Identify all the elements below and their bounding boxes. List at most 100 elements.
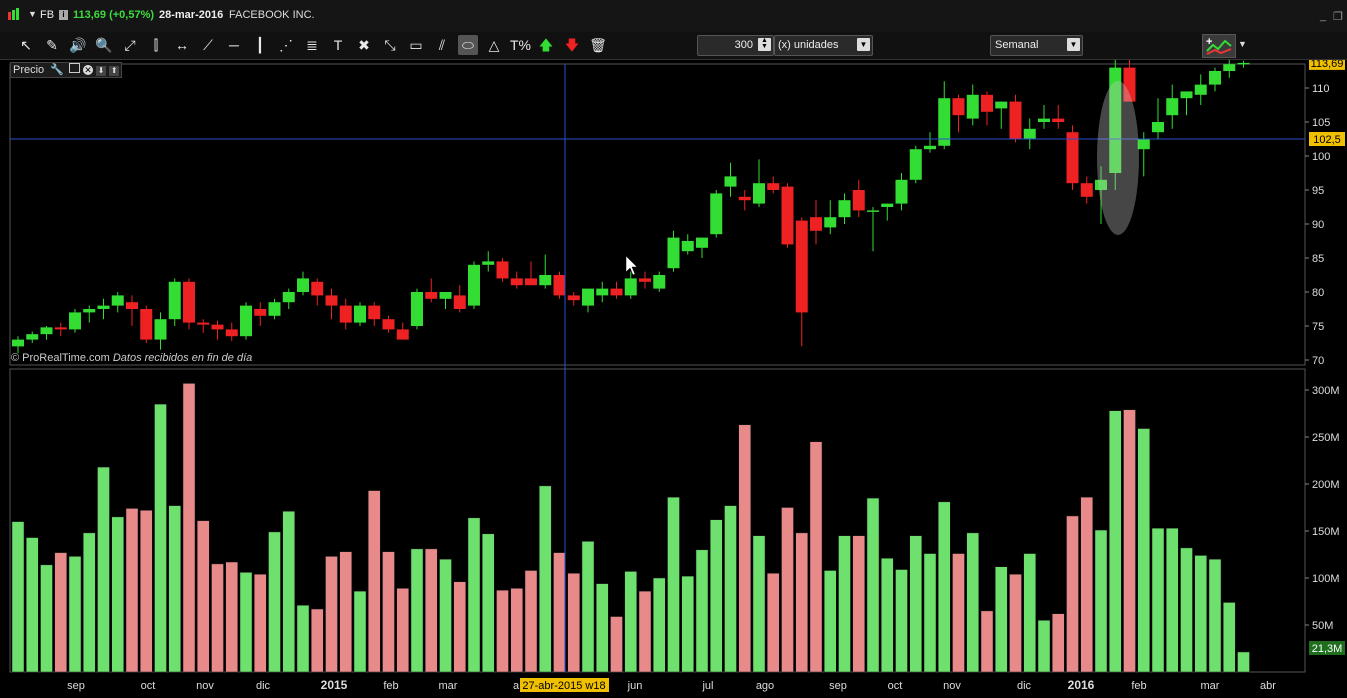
voice-icon[interactable]: 🔊 bbox=[68, 35, 88, 55]
pointer-icon[interactable]: ↖ bbox=[16, 35, 36, 55]
volume-bar bbox=[510, 588, 523, 673]
chevron-down-icon[interactable]: ▼ bbox=[1238, 39, 1247, 49]
volume-bar bbox=[339, 551, 352, 673]
volume-bar bbox=[966, 532, 979, 673]
horizontal-line-icon[interactable]: ─ bbox=[224, 35, 244, 55]
volume-bar bbox=[738, 424, 751, 673]
quantity-stepper[interactable]: 300 ▲ ▼ bbox=[697, 35, 774, 56]
volume-bar bbox=[211, 563, 224, 673]
volume-bar bbox=[553, 552, 566, 673]
triangle-icon[interactable]: △ bbox=[484, 35, 504, 55]
volume-bar bbox=[567, 573, 580, 673]
volume-tick-label: 150M bbox=[1312, 526, 1340, 538]
volume-bar bbox=[624, 571, 637, 673]
candle-body bbox=[810, 217, 822, 231]
vertical-line-icon[interactable]: ⫿ bbox=[146, 35, 166, 55]
move-down-icon[interactable]: ⬇ bbox=[96, 66, 107, 76]
chevron-down-icon[interactable]: ▼ bbox=[1067, 38, 1080, 51]
line-icon[interactable]: ⟋ bbox=[198, 35, 218, 55]
panel-label: Precio bbox=[13, 64, 45, 76]
volume-bar bbox=[767, 573, 780, 673]
y-tick-label: 85 bbox=[1312, 253, 1324, 265]
candle-body bbox=[411, 292, 423, 326]
volume-bar bbox=[895, 569, 908, 673]
channel-icon[interactable]: ⫽ bbox=[432, 35, 452, 55]
chevron-down-icon[interactable]: ▼ bbox=[857, 38, 870, 51]
chart-area[interactable]: 70758085909510010511011550M100M150M200M2… bbox=[0, 40, 1347, 693]
trash-icon[interactable]: 🗑 bbox=[588, 35, 608, 55]
fibonacci-icon[interactable]: ≣ bbox=[302, 35, 322, 55]
dropdown-arrow-icon[interactable]: ▼ bbox=[28, 9, 37, 19]
volume-bar bbox=[1080, 496, 1093, 673]
volume-bar bbox=[311, 608, 324, 673]
candle-body bbox=[354, 305, 366, 323]
tools-icon[interactable]: ✖ bbox=[354, 35, 374, 55]
volume-bar bbox=[296, 605, 310, 673]
trend-line-icon[interactable]: ⤢ bbox=[120, 35, 140, 55]
unit-select[interactable]: (x) unidades ▼ bbox=[774, 35, 873, 56]
volume-bar bbox=[26, 537, 39, 673]
candle-body bbox=[667, 237, 680, 269]
x-tick-label: abr bbox=[1260, 680, 1276, 692]
volume-bar bbox=[881, 558, 894, 673]
zoom-icon[interactable]: 🔍 bbox=[94, 35, 114, 55]
percent-icon[interactable]: T% bbox=[510, 35, 531, 55]
wrench-icon[interactable]: 🔧 bbox=[50, 64, 64, 76]
candle-body bbox=[1166, 98, 1179, 116]
volume-bar bbox=[824, 570, 837, 673]
candle-body bbox=[738, 196, 751, 201]
vertical-marker-icon[interactable]: ┃ bbox=[250, 35, 270, 55]
close-icon[interactable]: ✕ bbox=[83, 65, 94, 75]
timeframe-select[interactable]: Semanal ▼ bbox=[990, 35, 1083, 56]
candle-body bbox=[596, 288, 609, 296]
x-tick-label: mar bbox=[1201, 680, 1220, 692]
fan-icon[interactable]: ⋰ bbox=[276, 35, 296, 55]
stepper-icon[interactable]: ▲ ▼ bbox=[758, 37, 771, 51]
volume-bar bbox=[425, 548, 438, 673]
chart-type-icon[interactable] bbox=[7, 8, 21, 20]
ellipse-icon[interactable]: ⬭ bbox=[458, 35, 478, 55]
volume-bar bbox=[781, 507, 794, 673]
volume-bar bbox=[1094, 529, 1108, 673]
x-tick-label: dic bbox=[1017, 680, 1032, 692]
candle-body bbox=[1180, 91, 1193, 99]
volume-bar bbox=[68, 556, 82, 673]
volume-bar bbox=[125, 508, 139, 673]
minimize-icon[interactable]: _ bbox=[1320, 10, 1326, 22]
volume-bar bbox=[1208, 558, 1222, 673]
volume-bar bbox=[1237, 651, 1250, 673]
maximize-icon[interactable] bbox=[69, 63, 81, 73]
highlight-ellipse[interactable] bbox=[1097, 81, 1139, 235]
buy-arrow-icon[interactable]: 🡅 bbox=[536, 35, 556, 55]
candle-body bbox=[909, 149, 922, 180]
timeframe-label: Semanal bbox=[995, 39, 1039, 51]
rectangle-icon[interactable]: ▭ bbox=[406, 35, 426, 55]
chart-svg[interactable]: 70758085909510010511011550M100M150M200M2… bbox=[0, 40, 1347, 693]
symbol-label[interactable]: FB bbox=[40, 9, 54, 21]
candle-body bbox=[439, 292, 452, 299]
move-up-icon[interactable]: ⬆ bbox=[109, 66, 120, 76]
candle-body bbox=[1080, 183, 1093, 197]
ruler-icon[interactable]: ✎ bbox=[42, 35, 62, 55]
candle-body bbox=[681, 241, 694, 252]
text-icon[interactable]: T bbox=[328, 35, 348, 55]
y-tick-label: 110 bbox=[1312, 83, 1330, 95]
restore-icon[interactable]: ❐ bbox=[1333, 10, 1343, 23]
sell-arrow-icon[interactable]: 🡇 bbox=[562, 35, 582, 55]
candle-body bbox=[624, 278, 637, 296]
volume-bar bbox=[653, 577, 666, 673]
ray-icon[interactable]: ⤡ bbox=[380, 35, 400, 55]
add-indicator-icon[interactable]: + bbox=[1202, 34, 1236, 58]
candle-body bbox=[838, 200, 851, 218]
drawing-toolbar: ↖ ✎ 🔊 🔍 ⤢ ⫿ ↔ ⟋ ─ ┃ ⋰ ≣ T ✖ ⤡ ▭ ⫽ ⬭ △ T% 🡅 🡇 🗑 300 ▲ ▼ (x) unid… bbox=[0, 32, 1347, 60]
candle-body bbox=[197, 322, 210, 325]
info-icon[interactable]: i bbox=[59, 10, 68, 20]
volume-bar bbox=[467, 517, 481, 673]
quantity-input[interactable]: 300 bbox=[735, 36, 753, 55]
volume-bar bbox=[11, 521, 25, 673]
candle-body bbox=[966, 94, 979, 119]
volume-bar bbox=[596, 583, 609, 673]
candle-body bbox=[282, 292, 295, 303]
data-note: Datos recibidos en fin de día bbox=[112, 352, 253, 364]
horizontal-segment-icon[interactable]: ↔ bbox=[172, 35, 192, 55]
